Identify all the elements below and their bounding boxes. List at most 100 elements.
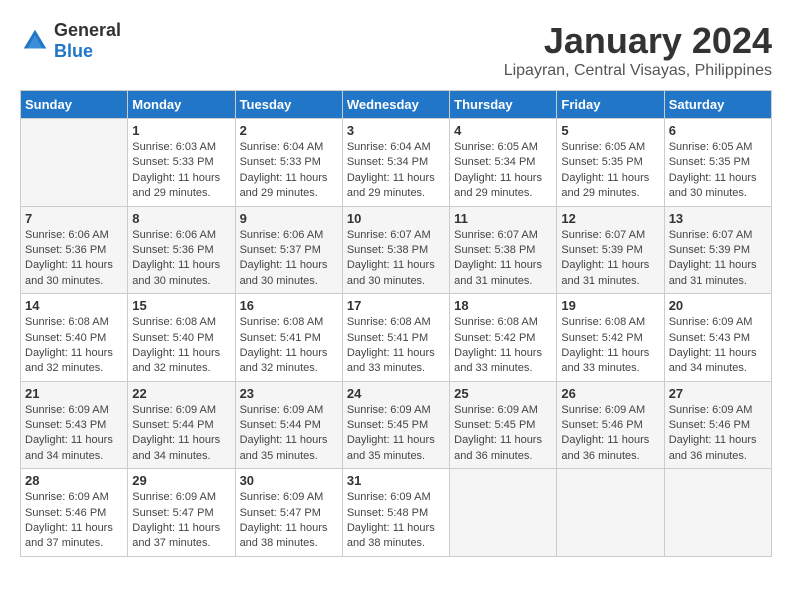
day-info: Sunrise: 6:08 AM Sunset: 5:42 PM Dayligh…: [561, 315, 659, 377]
day-info: Sunrise: 6:08 AM Sunset: 5:41 PM Dayligh…: [240, 315, 338, 377]
calendar-cell: 8Sunrise: 6:06 AM Sunset: 5:36 PM Daylig…: [128, 206, 235, 294]
page-header: General Blue January 2024 Lipayran, Cent…: [20, 20, 772, 80]
calendar-header-cell: Friday: [557, 91, 664, 119]
day-number: 23: [240, 386, 338, 401]
day-info: Sunrise: 6:08 AM Sunset: 5:40 PM Dayligh…: [25, 315, 123, 377]
day-number: 21: [25, 386, 123, 401]
calendar-cell: 26Sunrise: 6:09 AM Sunset: 5:46 PM Dayli…: [557, 381, 664, 469]
day-number: 24: [347, 386, 445, 401]
day-number: 25: [454, 386, 552, 401]
day-info: Sunrise: 6:08 AM Sunset: 5:42 PM Dayligh…: [454, 315, 552, 377]
calendar-cell: 4 Sunrise: 6:05 AM Sunset: 5:34 PM Daylig…: [450, 119, 557, 207]
calendar-header-cell: Tuesday: [235, 91, 342, 119]
day-info: Sunrise: 6:06 AM Sunset: 5:36 PM Dayligh…: [132, 228, 230, 290]
day-number: 12: [561, 211, 659, 226]
day-number: 3: [347, 123, 445, 138]
day-info: Sunrise: 6:09 AM Sunset: 5:47 PM Dayligh…: [132, 490, 230, 552]
calendar-cell: 29 Sunrise: 6:09 AM Sunset: 5:47 PM Dayli…: [128, 469, 235, 557]
calendar-cell: 31 Sunrise: 6:09 AM Sunset: 5:48 PM Dayli…: [342, 469, 449, 557]
calendar-cell: 6 Sunrise: 6:05 AM Sunset: 5:35 PM Daylig…: [664, 119, 771, 207]
calendar-header-cell: Monday: [128, 91, 235, 119]
calendar-body: 1 Sunrise: 6:03 AM Sunset: 5:33 PM Daylig…: [21, 119, 772, 557]
calendar-week-row: 28Sunrise: 6:09 AM Sunset: 5:46 PM Dayli…: [21, 469, 772, 557]
title-block: January 2024 Lipayran, Central Visayas, …: [504, 20, 772, 80]
day-info: Sunrise: 6:09 AM Sunset: 5:45 PM Dayligh…: [454, 403, 552, 465]
calendar-cell: 10Sunrise: 6:07 AM Sunset: 5:38 PM Dayli…: [342, 206, 449, 294]
day-info: Sunrise: 6:04 AM Sunset: 5:33 PM Dayligh…: [240, 140, 338, 202]
day-info: Sunrise: 6:07 AM Sunset: 5:39 PM Dayligh…: [561, 228, 659, 290]
calendar-week-row: 1 Sunrise: 6:03 AM Sunset: 5:33 PM Daylig…: [21, 119, 772, 207]
calendar-week-row: 14Sunrise: 6:08 AM Sunset: 5:40 PM Dayli…: [21, 294, 772, 382]
day-info: Sunrise: 6:08 AM Sunset: 5:41 PM Dayligh…: [347, 315, 445, 377]
day-number: 29: [132, 473, 230, 488]
calendar-cell: 11 Sunrise: 6:07 AM Sunset: 5:38 PM Dayli…: [450, 206, 557, 294]
day-number: 7: [25, 211, 123, 226]
day-info: Sunrise: 6:09 AM Sunset: 5:44 PM Dayligh…: [240, 403, 338, 465]
day-info: Sunrise: 6:05 AM Sunset: 5:34 PM Dayligh…: [454, 140, 552, 202]
day-info: Sunrise: 6:06 AM Sunset: 5:37 PM Dayligh…: [240, 228, 338, 290]
day-number: 26: [561, 386, 659, 401]
day-number: 9: [240, 211, 338, 226]
calendar-cell: 15 Sunrise: 6:08 AM Sunset: 5:40 PM Dayli…: [128, 294, 235, 382]
day-info: Sunrise: 6:05 AM Sunset: 5:35 PM Dayligh…: [669, 140, 767, 202]
day-info: Sunrise: 6:09 AM Sunset: 5:47 PM Dayligh…: [240, 490, 338, 552]
calendar-cell: [21, 119, 128, 207]
day-info: Sunrise: 6:06 AM Sunset: 5:36 PM Dayligh…: [25, 228, 123, 290]
calendar-cell: 9 Sunrise: 6:06 AM Sunset: 5:37 PM Daylig…: [235, 206, 342, 294]
day-number: 6: [669, 123, 767, 138]
calendar-header-cell: Sunday: [21, 91, 128, 119]
day-info: Sunrise: 6:07 AM Sunset: 5:39 PM Dayligh…: [669, 228, 767, 290]
day-number: 5: [561, 123, 659, 138]
calendar-cell: [557, 469, 664, 557]
day-number: 15: [132, 298, 230, 313]
day-number: 1: [132, 123, 230, 138]
calendar-cell: 12 Sunrise: 6:07 AM Sunset: 5:39 PM Dayli…: [557, 206, 664, 294]
calendar-header-cell: Thursday: [450, 91, 557, 119]
day-info: Sunrise: 6:05 AM Sunset: 5:35 PM Dayligh…: [561, 140, 659, 202]
day-number: 18: [454, 298, 552, 313]
calendar-cell: 2 Sunrise: 6:04 AM Sunset: 5:33 PM Daylig…: [235, 119, 342, 207]
calendar-cell: 28Sunrise: 6:09 AM Sunset: 5:46 PM Dayli…: [21, 469, 128, 557]
calendar-cell: 1 Sunrise: 6:03 AM Sunset: 5:33 PM Daylig…: [128, 119, 235, 207]
calendar-cell: 14Sunrise: 6:08 AM Sunset: 5:40 PM Dayli…: [21, 294, 128, 382]
calendar-cell: 17 Sunrise: 6:08 AM Sunset: 5:41 PM Dayli…: [342, 294, 449, 382]
calendar-cell: 21Sunrise: 6:09 AM Sunset: 5:43 PM Dayli…: [21, 381, 128, 469]
day-number: 17: [347, 298, 445, 313]
calendar-cell: 25 Sunrise: 6:09 AM Sunset: 5:45 PM Dayli…: [450, 381, 557, 469]
day-number: 30: [240, 473, 338, 488]
calendar-cell: 18 Sunrise: 6:08 AM Sunset: 5:42 PM Dayli…: [450, 294, 557, 382]
day-number: 2: [240, 123, 338, 138]
day-info: Sunrise: 6:09 AM Sunset: 5:45 PM Dayligh…: [347, 403, 445, 465]
calendar-cell: 30 Sunrise: 6:09 AM Sunset: 5:47 PM Dayli…: [235, 469, 342, 557]
day-info: Sunrise: 6:08 AM Sunset: 5:40 PM Dayligh…: [132, 315, 230, 377]
calendar-cell: 5 Sunrise: 6:05 AM Sunset: 5:35 PM Daylig…: [557, 119, 664, 207]
day-info: Sunrise: 6:09 AM Sunset: 5:46 PM Dayligh…: [669, 403, 767, 465]
day-info: Sunrise: 6:09 AM Sunset: 5:48 PM Dayligh…: [347, 490, 445, 552]
calendar-cell: 24 Sunrise: 6:09 AM Sunset: 5:45 PM Dayli…: [342, 381, 449, 469]
generalblue-logo-icon: [20, 26, 50, 56]
day-number: 19: [561, 298, 659, 313]
day-info: Sunrise: 6:09 AM Sunset: 5:46 PM Dayligh…: [25, 490, 123, 552]
day-info: Sunrise: 6:09 AM Sunset: 5:43 PM Dayligh…: [669, 315, 767, 377]
day-info: Sunrise: 6:09 AM Sunset: 5:44 PM Dayligh…: [132, 403, 230, 465]
calendar-cell: 22Sunrise: 6:09 AM Sunset: 5:44 PM Dayli…: [128, 381, 235, 469]
page-title: January 2024: [504, 20, 772, 62]
day-info: Sunrise: 6:03 AM Sunset: 5:33 PM Dayligh…: [132, 140, 230, 202]
day-number: 11: [454, 211, 552, 226]
day-number: 31: [347, 473, 445, 488]
day-info: Sunrise: 6:07 AM Sunset: 5:38 PM Dayligh…: [347, 228, 445, 290]
calendar-cell: 27Sunrise: 6:09 AM Sunset: 5:46 PM Dayli…: [664, 381, 771, 469]
calendar-cell: 13Sunrise: 6:07 AM Sunset: 5:39 PM Dayli…: [664, 206, 771, 294]
calendar-header-cell: Saturday: [664, 91, 771, 119]
logo-text-blue: Blue: [54, 41, 93, 61]
day-info: Sunrise: 6:07 AM Sunset: 5:38 PM Dayligh…: [454, 228, 552, 290]
logo: General Blue: [20, 20, 121, 62]
calendar-cell: 16 Sunrise: 6:08 AM Sunset: 5:41 PM Dayli…: [235, 294, 342, 382]
calendar-cell: 3Sunrise: 6:04 AM Sunset: 5:34 PM Daylig…: [342, 119, 449, 207]
calendar-cell: 19 Sunrise: 6:08 AM Sunset: 5:42 PM Dayli…: [557, 294, 664, 382]
calendar-week-row: 21Sunrise: 6:09 AM Sunset: 5:43 PM Dayli…: [21, 381, 772, 469]
day-number: 4: [454, 123, 552, 138]
calendar-cell: 20Sunrise: 6:09 AM Sunset: 5:43 PM Dayli…: [664, 294, 771, 382]
page-subtitle: Lipayran, Central Visayas, Philippines: [504, 62, 772, 80]
day-number: 16: [240, 298, 338, 313]
